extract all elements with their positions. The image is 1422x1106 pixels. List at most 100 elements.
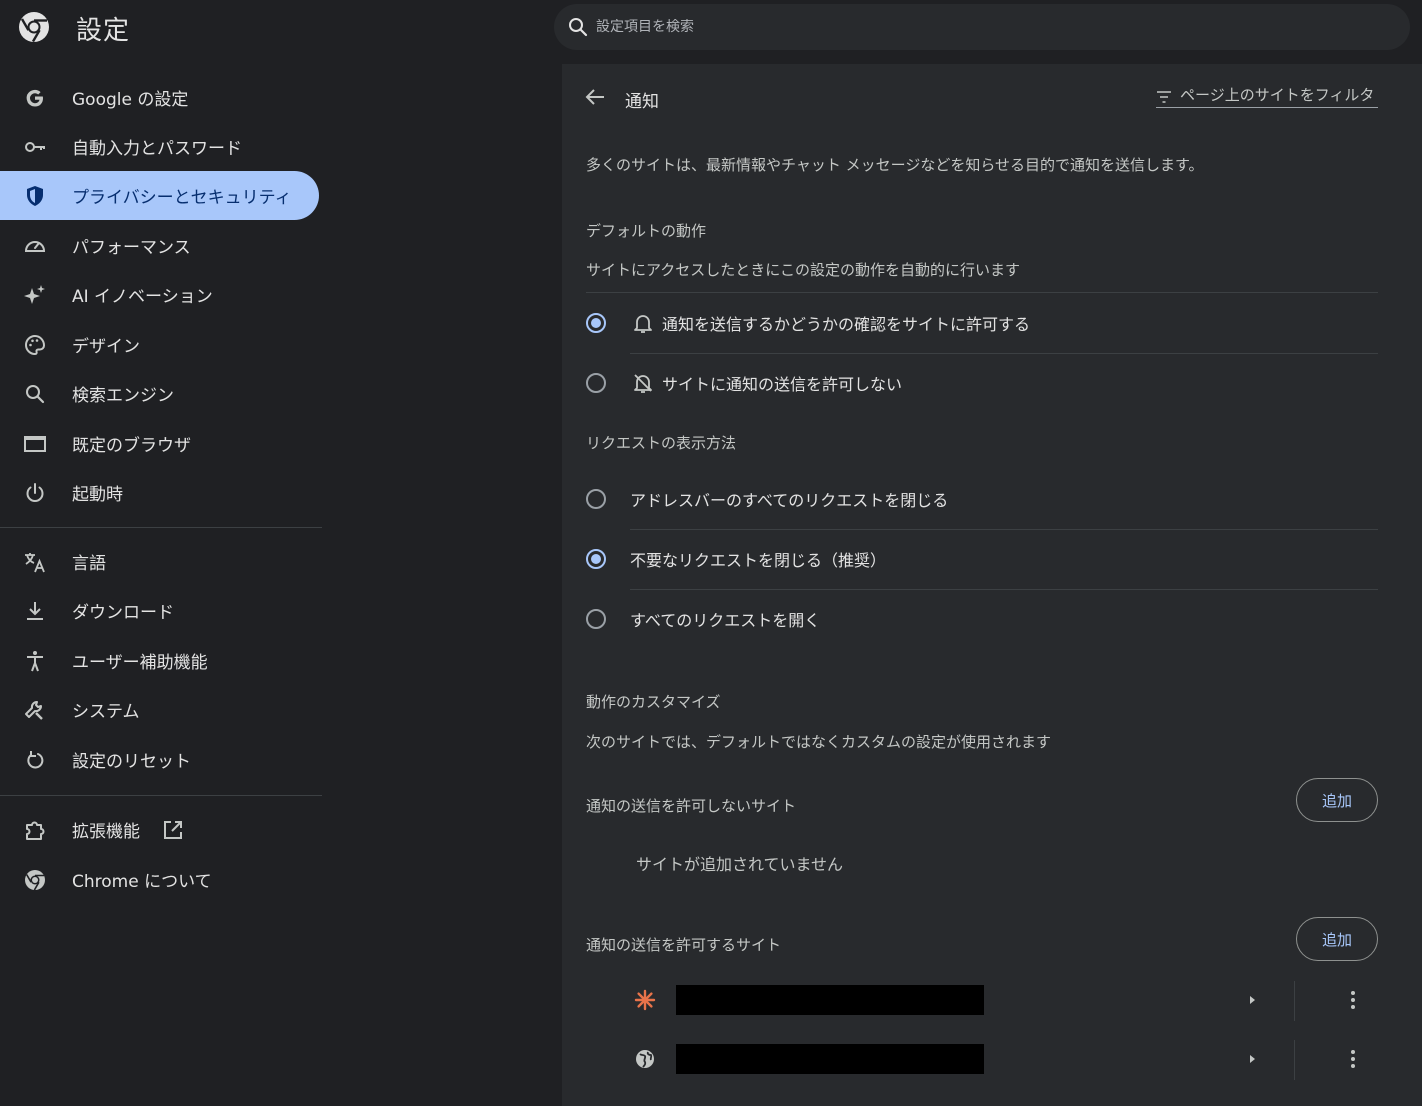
sidebar-item-google[interactable]: Google の設定: [0, 73, 319, 122]
speedometer-icon: [24, 240, 46, 252]
notifications-panel: 通知 ページ上のサイトをフィルタ 多くのサイトは、最新情報やチャット メッセージ…: [562, 64, 1422, 1106]
radio-button[interactable]: [586, 549, 606, 569]
vertical-separator: [1294, 1040, 1295, 1080]
radio-button[interactable]: [586, 313, 606, 333]
sidebar-item-label: 設定のリセット: [72, 752, 191, 772]
sidebar-item-downloads[interactable]: ダウンロード: [0, 586, 319, 635]
allowed-sites-title: 通知の送信を許可するサイト: [586, 936, 782, 954]
reset-icon: [27, 750, 44, 768]
chrome-icon: [25, 869, 45, 890]
puzzle-icon: [26, 821, 45, 840]
add-blocked-site-button[interactable]: 追加: [1296, 778, 1378, 822]
sidebar-item-ai[interactable]: AI イノベーション: [0, 270, 319, 319]
radio-button[interactable]: [586, 609, 606, 629]
sidebar-item-label: Chrome について: [72, 872, 212, 892]
filter-label: ページ上のサイトをフィルタ: [1180, 86, 1375, 104]
sidebar-item-performance[interactable]: パフォーマンス: [0, 221, 319, 270]
blocked-sites-empty: サイトが追加されていません: [636, 855, 844, 874]
row-separator: [630, 529, 1378, 530]
allowed-site-row[interactable]: [562, 1030, 1422, 1088]
sidebar-item-system[interactable]: システム: [0, 685, 319, 734]
radio-button[interactable]: [586, 489, 606, 509]
sidebar-item-label: 自動入力とパスワード: [72, 139, 242, 159]
sidebar-item-label: プライバシーとセキュリティ: [72, 188, 292, 208]
sidebar-item-label: システム: [72, 702, 140, 722]
row-separator: [630, 353, 1378, 354]
sidebar-item-label: ユーザー補助機能: [72, 653, 208, 673]
site-filter[interactable]: ページ上のサイトをフィルタ: [1156, 82, 1378, 108]
sidebar-item-label: 既定のブラウザ: [72, 436, 191, 456]
radio-collapse-unwanted[interactable]: 不要なリクエストを閉じる（推奨）: [584, 536, 1384, 582]
request-display-title: リクエストの表示方法: [586, 434, 737, 452]
bell-off-icon: [634, 374, 652, 393]
sidebar-item-default-browser[interactable]: 既定のブラウザ: [0, 419, 319, 468]
search-icon: [26, 384, 45, 403]
download-icon: [27, 601, 43, 620]
site-name-redacted: [676, 985, 984, 1015]
customize-title: 動作のカスタマイズ: [586, 693, 721, 711]
site-name-redacted: [676, 1044, 984, 1074]
radio-label: 通知を送信するかどうかの確認をサイトに許可する: [662, 315, 1031, 334]
sidebar-item-privacy[interactable]: プライバシーとセキュリティ: [0, 171, 319, 220]
sidebar-item-accessibility[interactable]: ユーザー補助機能: [0, 636, 319, 685]
sidebar-item-extensions[interactable]: 拡張機能: [0, 805, 319, 854]
bell-icon: [634, 315, 652, 333]
sparkle-icon: [24, 284, 45, 304]
radio-button[interactable]: [586, 373, 606, 393]
sidebar-divider: [0, 527, 322, 528]
add-allowed-site-button[interactable]: 追加: [1296, 917, 1378, 961]
radio-expand-all[interactable]: すべてのリクエストを開く: [584, 596, 1384, 642]
sidebar-item-about-chrome[interactable]: Chrome について: [0, 855, 319, 904]
sidebar-item-label: 検索エンジン: [72, 386, 174, 406]
sidebar-item-label: 起動時: [72, 485, 123, 505]
top-bar: 設定: [0, 0, 1422, 62]
allowed-site-row[interactable]: [562, 971, 1422, 1029]
sidebar-item-startup[interactable]: 起動時: [0, 468, 319, 517]
panel-description: 多くのサイトは、最新情報やチャット メッセージなどを知らせる目的で通知を送信しま…: [586, 156, 1204, 174]
chevron-right-icon[interactable]: [1246, 1052, 1258, 1066]
sidebar-item-design[interactable]: デザイン: [0, 320, 319, 369]
panel-header: 通知 ページ上のサイトをフィルタ: [562, 64, 1422, 130]
sidebar-divider: [0, 795, 322, 796]
more-vert-icon[interactable]: [1342, 1047, 1364, 1071]
google-g-icon: [26, 89, 43, 106]
radio-collapse-all[interactable]: アドレスバーのすべてのリクエストを閉じる: [584, 476, 1384, 522]
sidebar-item-languages[interactable]: 言語: [0, 537, 319, 586]
default-behavior-subtitle: サイトにアクセスしたときにこの設定の動作を自動的に行います: [586, 261, 1020, 279]
radio-label: アドレスバーのすべてのリクエストを閉じる: [630, 491, 949, 510]
radio-label: サイトに通知の送信を許可しない: [662, 375, 903, 394]
chrome-logo-icon: [19, 12, 49, 43]
browser-window-icon: [24, 435, 46, 452]
sidebar-item-reset[interactable]: 設定のリセット: [0, 735, 319, 784]
back-arrow-icon[interactable]: [584, 86, 606, 108]
radio-block-notifications[interactable]: サイトに通知の送信を許可しない: [584, 360, 1384, 406]
search-box[interactable]: [554, 4, 1410, 50]
asterisk-favicon-icon: [634, 989, 656, 1011]
radio-label: すべてのリクエストを開く: [630, 611, 821, 630]
accessibility-icon: [27, 650, 43, 671]
row-separator: [630, 589, 1378, 590]
sidebar-item-label: パフォーマンス: [72, 238, 191, 258]
vertical-separator: [1294, 981, 1295, 1021]
sidebar-item-label: AI イノベーション: [72, 287, 213, 307]
radio-ask-permission[interactable]: 通知を送信するかどうかの確認をサイトに許可する: [584, 300, 1384, 346]
more-vert-icon[interactable]: [1342, 988, 1364, 1012]
globe-icon: [636, 1050, 654, 1068]
sidebar-item-autofill[interactable]: 自動入力とパスワード: [0, 122, 319, 171]
search-icon: [569, 18, 588, 37]
translate-icon: [25, 552, 45, 572]
sidebar-item-label: Google の設定: [72, 90, 189, 110]
sidebar-item-search-engine[interactable]: 検索エンジン: [0, 369, 319, 418]
chevron-right-icon[interactable]: [1246, 993, 1258, 1007]
power-icon: [26, 482, 44, 502]
shield-icon: [27, 185, 43, 206]
sidebar-item-label: 拡張機能: [72, 822, 140, 842]
row-separator: [586, 292, 1378, 293]
search-input[interactable]: [596, 19, 1376, 35]
blocked-sites-title: 通知の送信を許可しないサイト: [586, 797, 797, 815]
sidebar-item-label: 言語: [72, 554, 106, 574]
app-title: 設定: [76, 16, 131, 46]
key-icon: [25, 141, 45, 152]
sidebar-item-label: ダウンロード: [72, 603, 174, 623]
default-behavior-title: デフォルトの動作: [586, 222, 707, 240]
